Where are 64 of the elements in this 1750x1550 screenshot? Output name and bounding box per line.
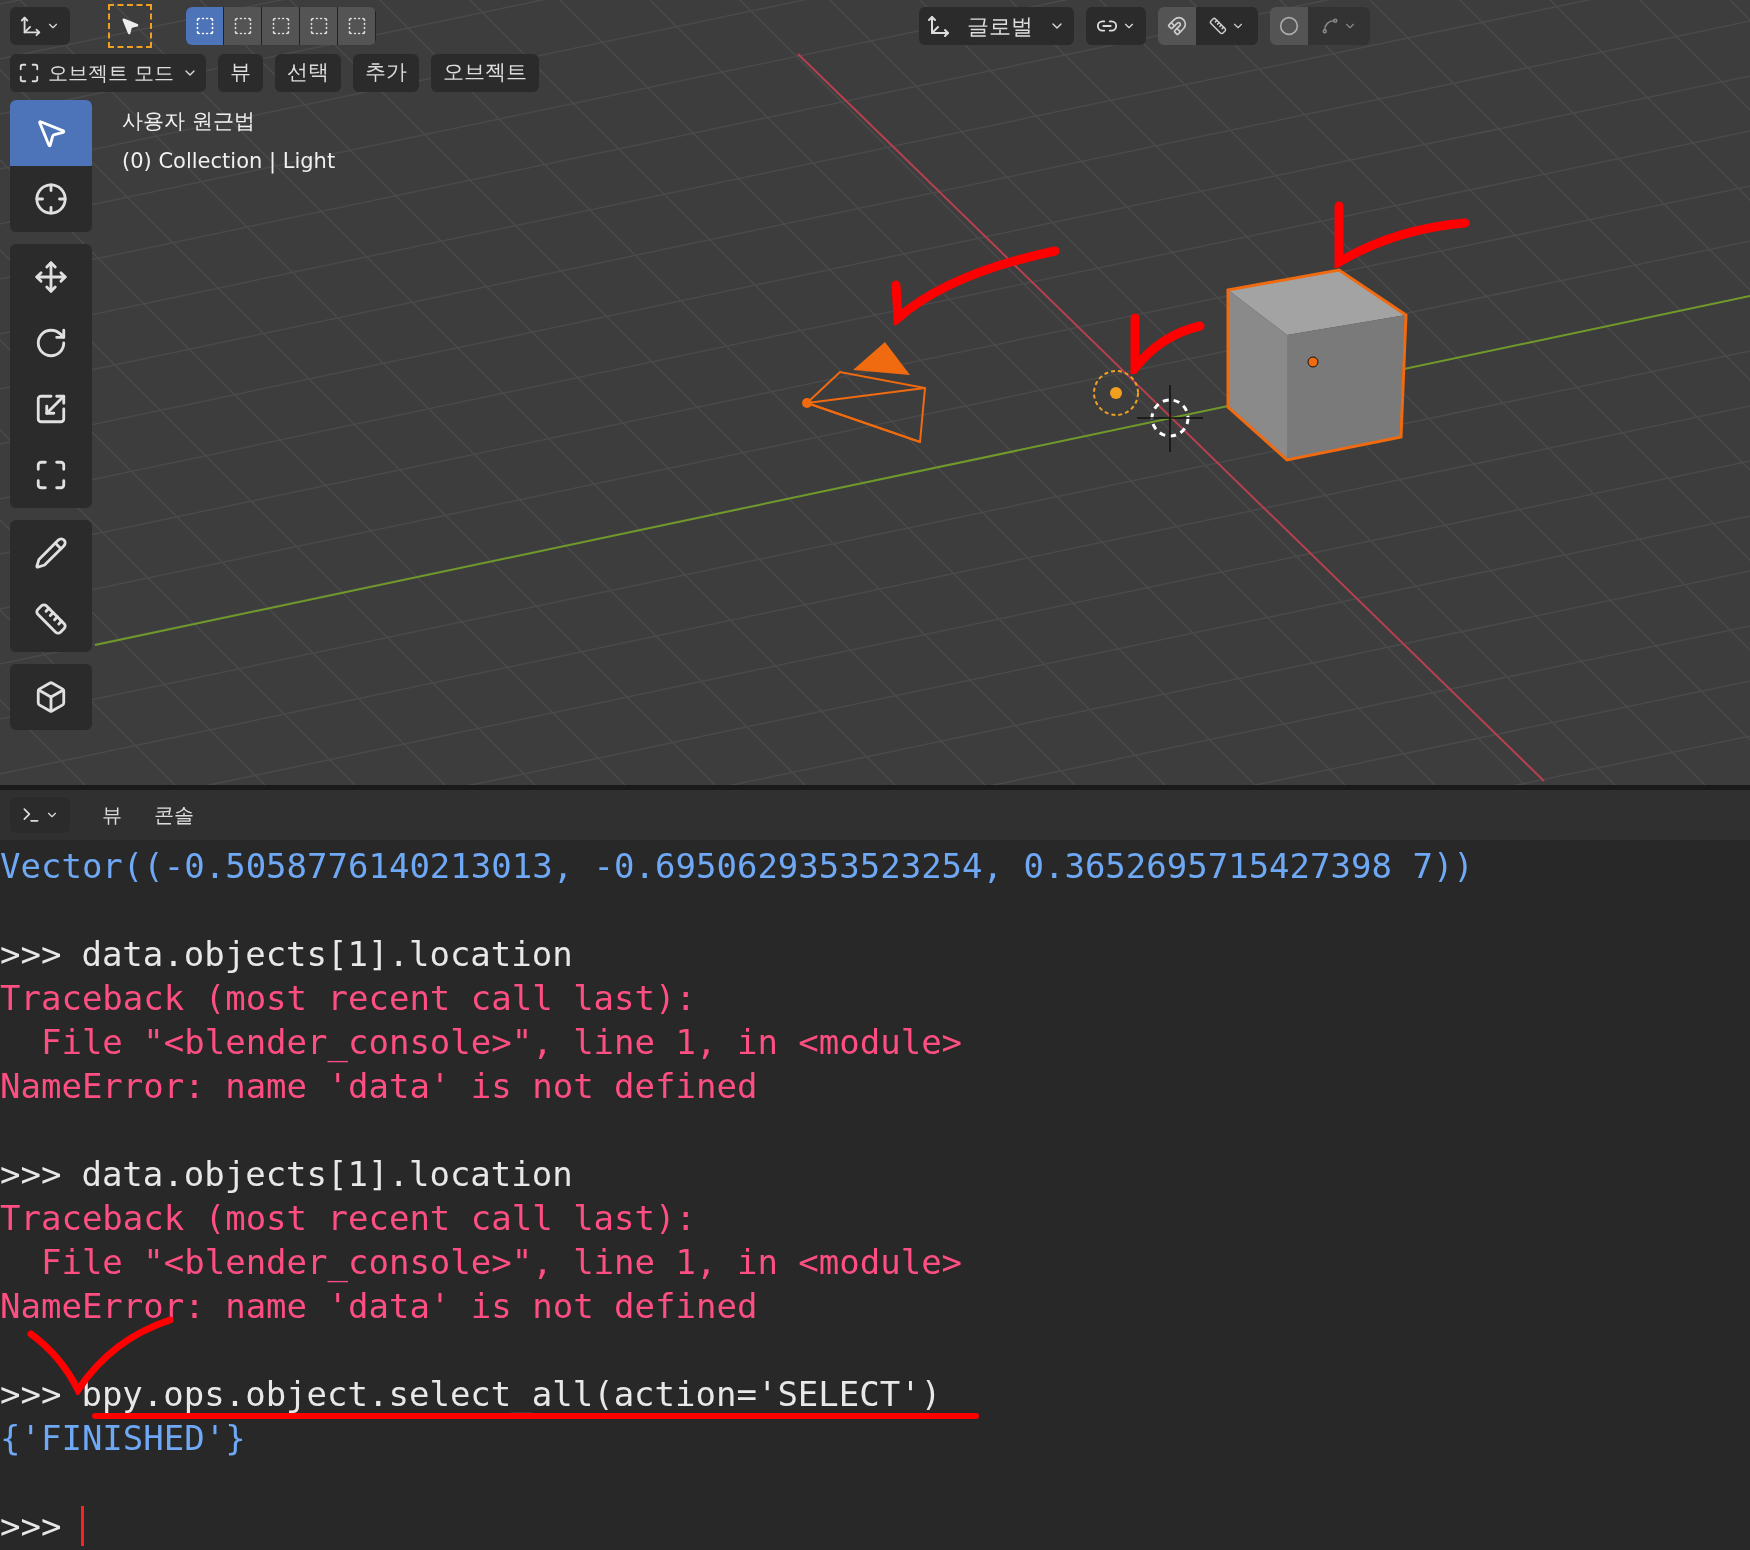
editor-type-button[interactable] bbox=[10, 7, 70, 45]
console-prompt: >>> bbox=[0, 1507, 62, 1545]
pivot-dropdown[interactable] bbox=[1086, 7, 1146, 45]
console-line: NameError: name 'data' is not defined bbox=[0, 1287, 758, 1325]
console-menu-item[interactable]: 콘솔 bbox=[154, 800, 194, 830]
console-line: Traceback (most recent call last): bbox=[0, 1199, 696, 1237]
console-line: Vector((-0.5058776140213013, -0.6950629353523254, 0.3652695715427398 7)) bbox=[0, 847, 1474, 885]
console-line: File "<blender_console>", line 1, in <module> bbox=[39, 1243, 963, 1281]
console-prompt: >>> bbox=[0, 1155, 62, 1193]
selection-mode-button[interactable] bbox=[338, 7, 376, 45]
transform-icon bbox=[34, 458, 68, 492]
console-menu-item[interactable]: 뷰 bbox=[102, 800, 122, 830]
dashed-square-icon bbox=[308, 16, 329, 36]
console-prompt: >>> bbox=[0, 1375, 62, 1413]
viewport-menu-item[interactable]: 오브젝트 bbox=[431, 54, 540, 92]
viewport-menu-item[interactable]: 뷰 bbox=[218, 54, 264, 92]
light-drawing bbox=[1093, 370, 1139, 416]
pointer-icon bbox=[120, 16, 140, 36]
selection-mode-button[interactable] bbox=[224, 7, 262, 45]
terminal-icon bbox=[21, 805, 41, 825]
dashed-square-icon bbox=[232, 16, 253, 36]
3d-cursor-icon bbox=[1136, 384, 1204, 453]
dashed-square-icon bbox=[194, 16, 215, 36]
proportional-toggle[interactable] bbox=[1270, 7, 1308, 45]
snap-dropdown[interactable] bbox=[1196, 7, 1258, 45]
console-line: data.objects[1].location bbox=[81, 1155, 573, 1193]
select-tool-tool[interactable] bbox=[10, 100, 92, 166]
pencil-icon bbox=[34, 536, 68, 570]
dashed-square-icon bbox=[346, 16, 367, 36]
circle-icon bbox=[1279, 16, 1299, 36]
orientation-dropdown[interactable]: 글로벌 bbox=[919, 7, 1074, 45]
selection-mode-button[interactable] bbox=[186, 7, 224, 45]
cube-icon bbox=[34, 680, 68, 714]
cursor-icon bbox=[34, 182, 68, 216]
console-editor-button[interactable] bbox=[10, 797, 70, 833]
magnet-icon bbox=[1167, 16, 1187, 36]
curve-icon bbox=[1321, 17, 1339, 35]
selection-mode-button[interactable] bbox=[262, 7, 300, 45]
viewport-menu-item[interactable]: 추가 bbox=[353, 54, 420, 92]
ruler-icon bbox=[1209, 17, 1227, 35]
falloff-dropdown[interactable] bbox=[1308, 7, 1370, 45]
scale-icon bbox=[34, 392, 68, 426]
console-line: Traceback (most recent call last): bbox=[0, 979, 696, 1017]
collection-label: (0) Collection | Light bbox=[122, 147, 336, 176]
axes-icon bbox=[927, 14, 951, 38]
console-line: File "<blender_console>", line 1, in <module> bbox=[39, 1023, 963, 1061]
rotate-icon bbox=[34, 326, 68, 360]
text-cursor bbox=[81, 1506, 85, 1546]
frame-icon bbox=[18, 62, 40, 84]
select-tool-button[interactable] bbox=[108, 4, 152, 48]
move-icon bbox=[34, 260, 68, 294]
console-line: NameError: name 'data' is not defined bbox=[0, 1067, 758, 1105]
ruler-icon bbox=[34, 602, 68, 636]
snap-toggle[interactable] bbox=[1158, 7, 1196, 45]
console-line: data.objects[1].location bbox=[81, 935, 573, 973]
console-line: {'FINISHED'} bbox=[0, 1419, 246, 1457]
dashed-square-icon bbox=[270, 16, 291, 36]
selection-mode-button[interactable] bbox=[300, 7, 338, 45]
axes-icon bbox=[20, 15, 42, 37]
view-name-label: 사용자 원근법 bbox=[122, 108, 256, 135]
viewport-menu-item[interactable]: 선택 bbox=[275, 54, 342, 92]
mode-dropdown[interactable]: 오브젝트 모드 bbox=[10, 54, 207, 92]
console-line: bpy.ops.object.select_all(action='SELECT') bbox=[81, 1375, 942, 1413]
console-prompt: >>> bbox=[0, 935, 62, 973]
